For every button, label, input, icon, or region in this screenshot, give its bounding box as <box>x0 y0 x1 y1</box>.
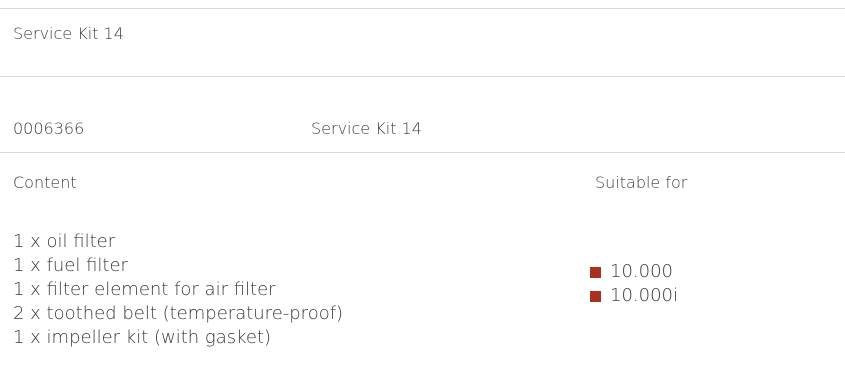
suitable-for-list: 10.000 10.000i <box>590 260 678 308</box>
content-item: 1 x fuel filter <box>13 255 128 276</box>
content-item: 2 x toothed belt (temperature-proof) <box>13 303 344 324</box>
content-item: 1 x oil filter <box>13 231 116 252</box>
content-list: 1 x oil filter 1 x fuel filter 1 x filte… <box>13 230 343 350</box>
content-item: 1 x filter element for air filter <box>13 279 276 300</box>
content-heading: Content <box>13 173 77 192</box>
page-title: Service Kit 14 <box>13 24 124 43</box>
top-divider <box>0 8 845 9</box>
square-bullet-icon <box>590 290 601 302</box>
suitable-for-heading: Suitable for <box>595 173 688 192</box>
content-item: 1 x impeller kit (with gasket) <box>13 327 272 348</box>
suitable-item-label: 10.000i <box>610 285 678 306</box>
suitable-item: 10.000i <box>590 284 678 308</box>
product-divider <box>0 152 845 153</box>
square-bullet-icon <box>590 266 601 278</box>
product-number: 0006366 <box>13 119 85 138</box>
title-divider <box>0 76 845 77</box>
product-name: Service Kit 14 <box>311 119 422 138</box>
suitable-item: 10.000 <box>590 260 678 284</box>
suitable-item-label: 10.000 <box>610 261 673 282</box>
